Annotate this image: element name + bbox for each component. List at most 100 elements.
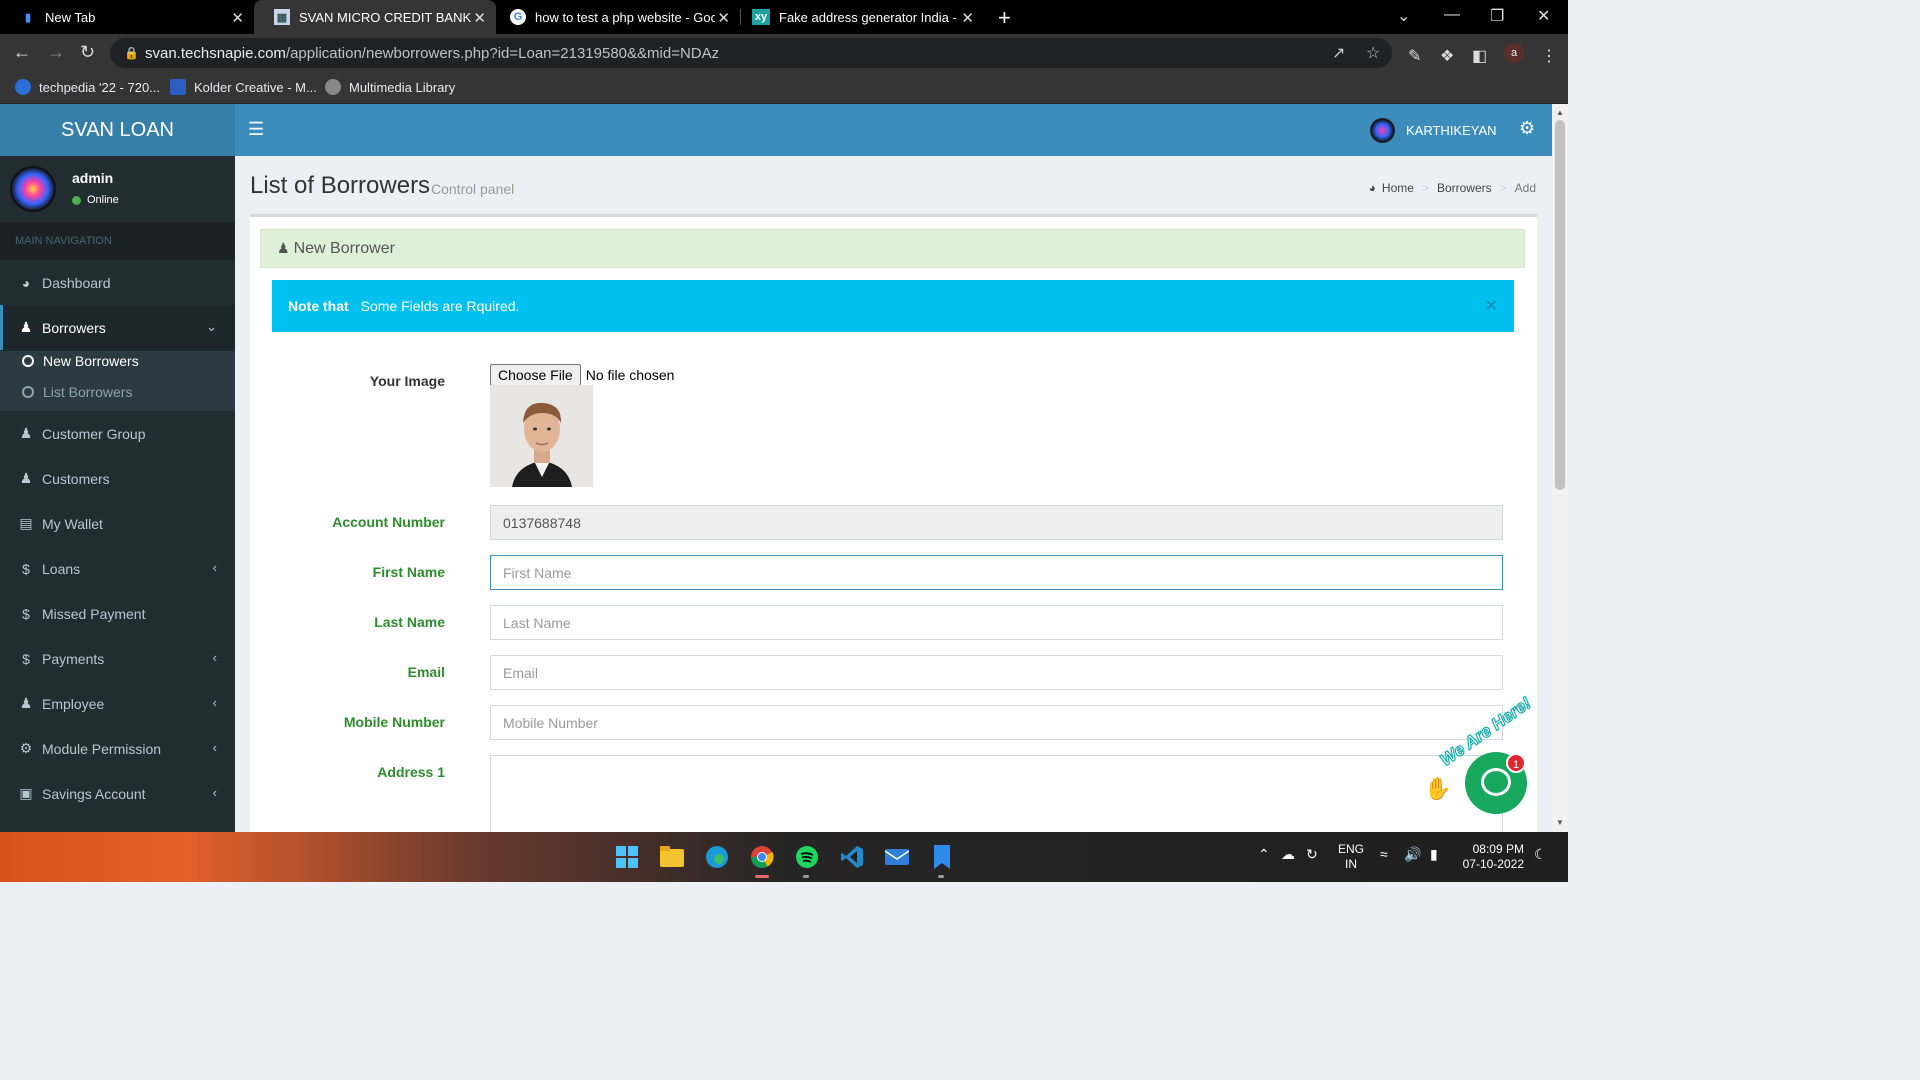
breadcrumb-home[interactable]: Home bbox=[1382, 181, 1414, 195]
notifications-icon[interactable]: ☾ bbox=[1534, 846, 1547, 863]
volume-icon[interactable]: 🔊 bbox=[1404, 846, 1421, 863]
bookmark-kolder-creative[interactable]: Kolder Creative - M... bbox=[170, 79, 317, 95]
submenu-item-new-borrowers[interactable]: New Borrowers bbox=[22, 353, 139, 369]
close-window-icon[interactable]: ✕ bbox=[1537, 6, 1550, 26]
breadcrumb-borrowers[interactable]: Borrowers bbox=[1437, 181, 1492, 195]
circle-icon bbox=[22, 355, 34, 367]
close-tab-icon[interactable]: ✕ bbox=[231, 9, 244, 27]
account-number-field[interactable] bbox=[490, 505, 1503, 540]
edge-icon[interactable] bbox=[704, 844, 730, 870]
user-menu[interactable]: KARTHIKEYAN bbox=[1406, 123, 1497, 138]
restore-icon[interactable]: ❐ bbox=[1490, 6, 1504, 26]
chrome-icon[interactable] bbox=[749, 844, 775, 870]
app-header: SVAN LOAN ☰ KARTHIKEYAN ⚙ bbox=[0, 104, 1552, 156]
system-clock[interactable]: 08:09 PM 07-10-2022 bbox=[1458, 842, 1524, 872]
tab-svan-micro-credit-bank[interactable]: ▦ SVAN MICRO CREDIT BANK ✕ bbox=[254, 0, 496, 34]
submenu-item-label: New Borrowers bbox=[43, 353, 139, 369]
circle-icon bbox=[22, 386, 34, 398]
sidebar-item-label: Customer Group bbox=[42, 425, 146, 442]
tab-google-search[interactable]: G how to test a php website - Goo ✕ bbox=[496, 0, 740, 34]
chevron-left-icon: ‹ bbox=[212, 785, 217, 800]
tab-fake-address-generator[interactable]: xy Fake address generator India - Ra ✕ bbox=[740, 0, 984, 34]
sidebar-item-payments[interactable]: $ Payments ‹ bbox=[0, 636, 235, 681]
sidebar: admin Online MAIN NAVIGATION ◕ Dashboard… bbox=[0, 156, 235, 832]
lock-icon[interactable]: 🔒 bbox=[124, 46, 139, 60]
chat-widget-button[interactable]: 1 bbox=[1465, 752, 1527, 814]
forward-icon[interactable]: → bbox=[47, 42, 65, 63]
star-icon[interactable]: ☆ bbox=[1366, 43, 1380, 63]
show-hidden-icons-chevron-icon[interactable]: ⌃ bbox=[1258, 846, 1270, 863]
sidebar-item-employee[interactable]: ♟ Employee ‹ bbox=[0, 681, 235, 726]
first-name-field[interactable] bbox=[490, 555, 1503, 590]
url-text[interactable]: svan.techsnapie.com/application/newborro… bbox=[145, 45, 719, 62]
close-alert-icon[interactable]: ✕ bbox=[1485, 296, 1498, 316]
sidebar-item-savings-account[interactable]: ▣ Savings Account ‹ bbox=[0, 771, 235, 816]
start-icon[interactable] bbox=[614, 844, 640, 870]
sync-icon[interactable]: ↻ bbox=[1306, 846, 1318, 863]
account-number-label: Account Number bbox=[332, 514, 445, 530]
menu-dots-icon[interactable]: ⋮ bbox=[1541, 46, 1557, 66]
back-icon[interactable]: ← bbox=[13, 42, 31, 63]
pen-extension-icon[interactable]: ✎ bbox=[1408, 46, 1421, 66]
profile-avatar[interactable]: a bbox=[1504, 43, 1524, 63]
mail-icon[interactable] bbox=[884, 844, 910, 870]
spotify-icon[interactable] bbox=[794, 844, 820, 870]
email-field[interactable] bbox=[490, 655, 1503, 690]
choose-file-button[interactable]: Choose File bbox=[490, 364, 581, 386]
bookmark-icon: ▮ bbox=[24, 11, 32, 24]
sidebar-item-dashboard[interactable]: ◕ Dashboard bbox=[0, 260, 235, 305]
close-tab-icon[interactable]: ✕ bbox=[473, 9, 486, 27]
address-1-label: Address 1 bbox=[377, 764, 445, 780]
sidebar-item-customer-group[interactable]: ♟ Customer Group bbox=[0, 411, 235, 456]
tab-search-chevron-icon[interactable]: ⌄ bbox=[1397, 6, 1410, 26]
reload-icon[interactable]: ↻ bbox=[80, 42, 95, 63]
app-logo[interactable]: SVAN LOAN bbox=[0, 104, 235, 156]
close-tab-icon[interactable]: ✕ bbox=[961, 9, 974, 27]
clock-time: 08:09 PM bbox=[1472, 842, 1524, 856]
language-indicator[interactable]: ENG IN bbox=[1338, 842, 1364, 872]
bookmark-label: techpedia '22 - 720... bbox=[39, 79, 161, 95]
dashboard-icon: ◕ bbox=[1368, 181, 1376, 195]
users-icon: ♟ bbox=[19, 425, 33, 441]
sidebar-item-loans[interactable]: $ Loans ‹ bbox=[0, 546, 235, 591]
sidebar-item-module-permission[interactable]: ⚙ Module Permission ‹ bbox=[0, 726, 235, 771]
bookmark-techpedia[interactable]: techpedia '22 - 720... bbox=[15, 79, 160, 95]
mobile-number-field[interactable] bbox=[490, 705, 1503, 740]
sidebar-toggle-icon[interactable]: ☰ bbox=[248, 119, 264, 140]
wifi-icon[interactable]: ≈ bbox=[1380, 846, 1388, 862]
breadcrumb-separator: > bbox=[1499, 181, 1507, 195]
new-tab-icon[interactable]: + bbox=[998, 5, 1011, 31]
last-name-field[interactable] bbox=[490, 605, 1503, 640]
sidebar-item-borrowers[interactable]: ♟ Borrowers ⌄ bbox=[0, 305, 235, 350]
language-code: ENG bbox=[1338, 842, 1365, 856]
tab-new-tab[interactable]: ▮ New Tab ✕ bbox=[0, 0, 254, 34]
mobile-number-label: Mobile Number bbox=[343, 714, 445, 730]
bookmark-multimedia-library[interactable]: Multimedia Library bbox=[325, 79, 455, 95]
share-icon[interactable]: ↗ bbox=[1332, 43, 1345, 63]
bookmark-app-icon[interactable] bbox=[929, 844, 955, 870]
file-input[interactable]: Choose File No file chosen bbox=[490, 364, 674, 386]
sidebar-item-customers[interactable]: ♟ Customers bbox=[0, 456, 235, 501]
sidebar-item-missed-payment[interactable]: $ Missed Payment bbox=[0, 591, 235, 636]
battery-icon[interactable]: ▮ bbox=[1430, 846, 1438, 863]
scrollbar-thumb[interactable] bbox=[1555, 120, 1565, 490]
xy-favicon-icon: xy bbox=[752, 9, 770, 25]
address-1-textarea[interactable] bbox=[490, 755, 1503, 832]
extensions-puzzle-icon[interactable]: ❖ bbox=[1440, 46, 1454, 66]
page-scrollbar[interactable]: ▲ ▼ bbox=[1552, 104, 1568, 832]
submenu-item-list-borrowers[interactable]: List Borrowers bbox=[22, 384, 132, 400]
omnibox[interactable]: 🔒 svan.techsnapie.com/application/newbor… bbox=[110, 38, 1392, 68]
sidebar-item-my-wallet[interactable]: ▤ My Wallet bbox=[0, 501, 235, 546]
scroll-up-icon[interactable]: ▲ bbox=[1556, 108, 1564, 117]
onedrive-cloud-icon[interactable]: ☁ bbox=[1281, 846, 1295, 863]
address-toolbar: ← → ↻ 🔒 svan.techsnapie.com/application/… bbox=[0, 34, 1568, 72]
vscode-icon[interactable] bbox=[839, 844, 865, 870]
scroll-down-icon[interactable]: ▼ bbox=[1556, 818, 1564, 827]
side-panel-icon[interactable]: ◧ bbox=[1472, 46, 1487, 66]
file-explorer-icon[interactable] bbox=[659, 844, 685, 870]
borrowers-submenu: New Borrowers List Borrowers bbox=[0, 351, 235, 411]
user-avatar[interactable] bbox=[1370, 118, 1395, 143]
gears-icon[interactable]: ⚙ bbox=[1519, 118, 1535, 139]
minimize-icon[interactable]: — bbox=[1444, 6, 1460, 24]
close-tab-icon[interactable]: ✕ bbox=[717, 9, 730, 27]
